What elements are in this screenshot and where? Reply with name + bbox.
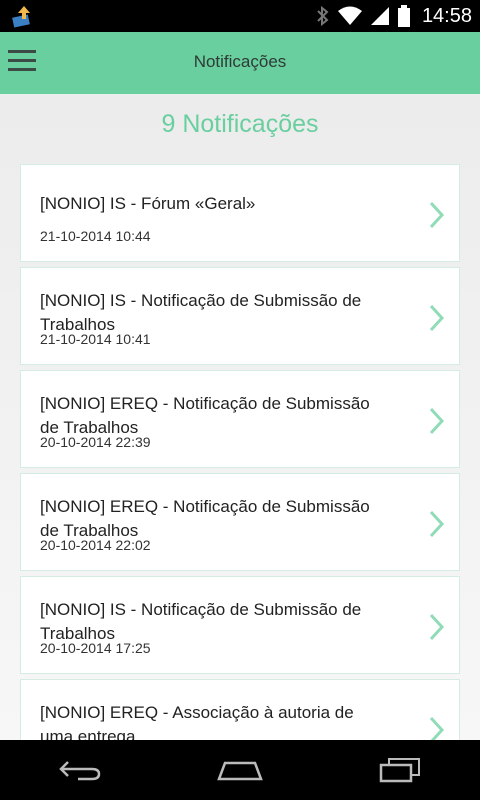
notification-card[interactable]: [NONIO] IS - Notificação de Submissão de… bbox=[20, 267, 460, 365]
notification-card[interactable]: [NONIO] IS - Fórum «Geral» 21-10-2014 10… bbox=[20, 164, 460, 262]
system-nav-bar bbox=[0, 740, 480, 800]
notification-list: [NONIO] IS - Fórum «Geral» 21-10-2014 10… bbox=[20, 164, 460, 740]
page-title: Notificações bbox=[193, 52, 287, 71]
notification-card[interactable]: [NONIO] EREQ - Notificação de Submissão … bbox=[20, 473, 460, 571]
bluetooth-icon bbox=[317, 5, 329, 27]
chevron-right-icon bbox=[429, 201, 445, 229]
notification-count-heading: 9 Notificações bbox=[161, 110, 319, 138]
notification-title: [NONIO] IS - Notificação de Submissão de… bbox=[40, 600, 362, 643]
chevron-right-icon bbox=[429, 510, 445, 538]
notification-title: [NONIO] EREQ - Notificação de Submissão … bbox=[40, 394, 370, 437]
back-icon bbox=[59, 761, 101, 781]
notification-date: 21-10-2014 10:41 bbox=[40, 331, 151, 347]
home-button[interactable] bbox=[210, 750, 270, 790]
signal-icon bbox=[370, 7, 389, 25]
wifi-icon bbox=[337, 6, 362, 25]
notification-date: 21-10-2014 10:44 bbox=[40, 228, 151, 244]
app-bar: Notificações bbox=[0, 32, 480, 94]
notification-card[interactable]: [NONIO] IS - Notificação de Submissão de… bbox=[20, 576, 460, 674]
notification-title: [NONIO] EREQ - Associação à autoria de u… bbox=[40, 703, 354, 740]
notification-date: 20-10-2014 17:25 bbox=[40, 640, 151, 656]
notification-card[interactable]: [NONIO] EREQ - Notificação de Submissão … bbox=[20, 370, 460, 468]
notification-title: [NONIO] IS - Notificação de Submissão de… bbox=[40, 291, 362, 334]
battery-icon bbox=[397, 5, 410, 27]
recent-apps-icon bbox=[379, 758, 420, 783]
chevron-right-icon bbox=[429, 407, 445, 435]
chevron-right-icon bbox=[429, 716, 445, 740]
notification-title: [NONIO] EREQ - Notificação de Submissão … bbox=[40, 497, 370, 540]
notification-date: 20-10-2014 22:39 bbox=[40, 434, 151, 450]
notification-date: 20-10-2014 22:02 bbox=[40, 537, 151, 553]
chevron-right-icon bbox=[429, 304, 445, 332]
chevron-right-icon bbox=[429, 613, 445, 641]
status-time: 14:58 bbox=[421, 4, 472, 27]
notifications-screen: 9 Notificações [NONIO] IS - Fórum «Geral… bbox=[0, 94, 480, 740]
home-icon bbox=[217, 761, 263, 781]
notification-title: [NONIO] IS - Fórum «Geral» bbox=[40, 194, 256, 213]
download-icon bbox=[12, 6, 30, 28]
notification-card[interactable]: [NONIO] EREQ - Associação à autoria de u… bbox=[20, 679, 460, 740]
recent-apps-button[interactable] bbox=[370, 750, 430, 790]
back-button[interactable] bbox=[50, 750, 110, 790]
status-bar: 14:58 bbox=[0, 0, 480, 32]
